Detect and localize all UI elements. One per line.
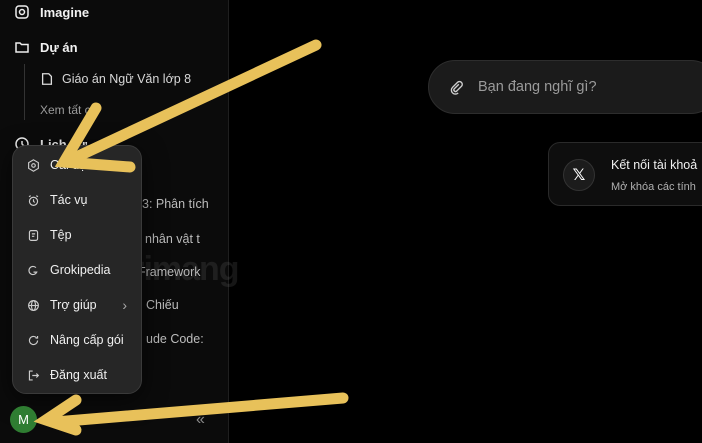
chevron-right-icon: ›: [122, 297, 127, 313]
gear-icon: [28, 158, 39, 172]
menu-item-logout[interactable]: Đăng xuất: [13, 360, 141, 390]
menu-item-label: Nâng cấp gói: [50, 333, 124, 347]
tree-line: [24, 64, 25, 120]
x-logo-icon: 𝕏: [563, 159, 595, 191]
history-item[interactable]: 3: Phân tích: [142, 197, 232, 211]
menu-item-upgrade[interactable]: Nâng cấp gói: [13, 325, 141, 355]
see-all-label: Xem tất c: [40, 103, 91, 117]
project-item[interactable]: Giáo án Ngữ Văn lớp 8: [40, 72, 191, 86]
history-item[interactable]: ude Code:: [146, 332, 236, 346]
file-icon: [28, 229, 39, 241]
paperclip-icon[interactable]: [449, 80, 464, 95]
sidebar-item-imagine[interactable]: Imagine: [14, 4, 89, 20]
menu-item-label: Tệp: [50, 228, 72, 242]
search-placeholder: Bạn đang nghĩ gì?: [478, 79, 597, 95]
avatar[interactable]: M: [10, 406, 37, 433]
globe-icon: [28, 299, 39, 311]
sidebar-item-projects[interactable]: Dự án: [14, 39, 78, 55]
sidebar-item-label: Dự án: [40, 39, 78, 55]
imagine-icon: [15, 5, 29, 19]
card-subtitle: Mở khóa các tính: [611, 181, 696, 193]
collapse-sidebar-icon[interactable]: «: [196, 411, 205, 429]
menu-item-help[interactable]: Trợ giúp ›: [13, 290, 141, 320]
menu-item-tasks[interactable]: Tác vụ: [13, 185, 141, 215]
grokipedia-icon: [28, 265, 38, 275]
menu-item-label: Trợ giúp: [50, 298, 97, 312]
document-icon: [41, 73, 53, 85]
card-title: Kết nối tài khoả: [611, 158, 698, 172]
connect-account-card[interactable]: 𝕏 Kết nối tài khoả Mở khóa các tính: [548, 142, 702, 206]
alarm-icon: [28, 194, 39, 206]
menu-item-files[interactable]: Tệp: [13, 220, 141, 250]
menu-item-label: Tác vụ: [50, 193, 88, 207]
menu-item-label: Grokipedia: [50, 263, 111, 277]
menu-item-grokipedia[interactable]: Grokipedia: [13, 255, 141, 285]
menu-item-settings[interactable]: Cài đặt: [13, 150, 141, 180]
user-menu: Cài đặt Tác vụ Tệp Grokipedia Trợ giúp ›…: [12, 145, 142, 394]
menu-item-label: Cài đặt: [50, 158, 90, 172]
history-item[interactable]: Chiếu: [146, 298, 236, 312]
menu-item-label: Đăng xuất: [50, 368, 107, 382]
refresh-icon: [28, 335, 39, 345]
logout-icon: [28, 369, 40, 381]
folder-icon: [15, 42, 29, 53]
history-item[interactable]: nhân vật t: [145, 232, 235, 246]
search-input[interactable]: Bạn đang nghĩ gì?: [428, 60, 702, 114]
project-item-label: Giáo án Ngữ Văn lớp 8: [62, 72, 192, 86]
see-all-link[interactable]: Xem tất c: [40, 103, 91, 117]
sidebar-item-label: Imagine: [40, 4, 90, 20]
